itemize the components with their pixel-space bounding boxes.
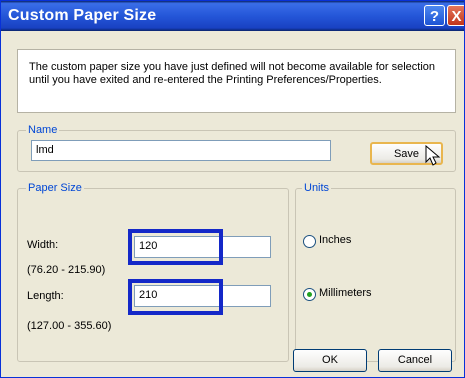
inches-label[interactable]: Inches	[319, 234, 351, 246]
help-button[interactable]: ?	[424, 5, 445, 26]
inches-radio[interactable]	[303, 235, 316, 248]
width-label: Width:	[27, 239, 59, 251]
paper-size-legend: Paper Size	[26, 182, 84, 194]
millimeters-radio[interactable]	[303, 288, 316, 301]
radio-selected-dot	[307, 292, 312, 297]
mouse-cursor-icon	[425, 145, 441, 166]
width-highlight-box	[128, 229, 223, 265]
length-label: Length:	[27, 290, 64, 302]
custom-paper-size-dialog: Custom Paper Size ? X The custom paper s…	[0, 0, 465, 378]
name-field[interactable]: lmd	[31, 140, 331, 161]
units-group: Units	[295, 182, 456, 362]
notice-line-2: until you have exited and re-entered the…	[29, 74, 382, 86]
length-range-label: (127.00 - 355.60)	[27, 320, 112, 332]
length-highlight-box	[128, 279, 223, 315]
title-bar[interactable]: Custom Paper Size ? X	[1, 1, 464, 31]
width-range-label: (76.20 - 215.90)	[27, 264, 106, 276]
notice-line-1: The custom paper size you have just defi…	[29, 61, 436, 73]
cancel-button[interactable]: Cancel	[378, 349, 452, 372]
units-legend: Units	[302, 182, 332, 194]
dialog-title: Custom Paper Size	[8, 7, 157, 24]
close-button[interactable]: X	[447, 5, 464, 26]
ok-button[interactable]: OK	[293, 349, 367, 372]
dialog-content: The custom paper size you have just defi…	[1, 31, 464, 377]
name-legend: Name	[26, 124, 60, 136]
notice-box: The custom paper size you have just defi…	[17, 49, 456, 113]
millimeters-label[interactable]: Millimeters	[319, 287, 372, 299]
